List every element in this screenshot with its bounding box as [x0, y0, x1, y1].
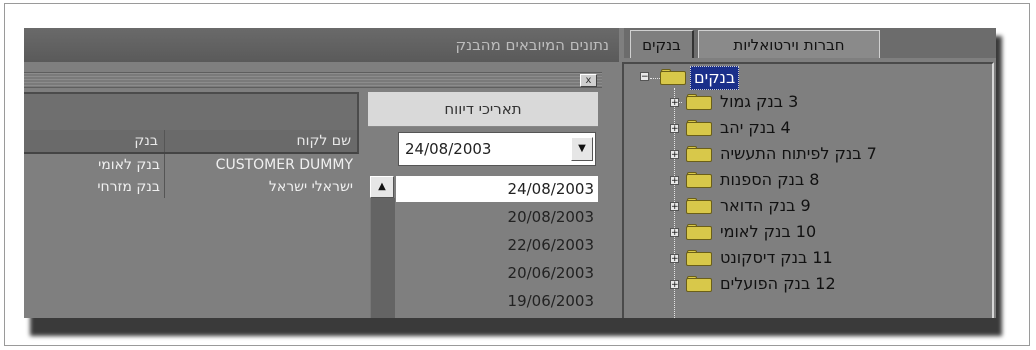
- column-header-bank[interactable]: בנק: [24, 130, 164, 152]
- customer-name-cell: ישראלי ישראל: [164, 176, 357, 198]
- date-list-item[interactable]: 20/08/2003: [396, 204, 598, 230]
- folder-icon: [686, 250, 712, 266]
- folder-icon: [686, 146, 712, 162]
- customer-name-cell: CUSTOMER DUMMY: [164, 154, 357, 176]
- application-window: נתונים המיובאים מהבנק x שם לקוח בנק CUST…: [24, 28, 996, 318]
- bank-cell: בנק מזרחי: [97, 179, 160, 195]
- report-date-value: 24/08/2003: [405, 140, 492, 158]
- grid-header: שם לקוח בנק: [24, 130, 359, 154]
- expand-icon[interactable]: +: [670, 176, 679, 186]
- date-list-item[interactable]: 22/06/2003: [396, 232, 598, 258]
- tree-item-bank[interactable]: 11 בנק דיסקונט: [720, 247, 833, 269]
- panel-grip-bar[interactable]: [24, 72, 602, 88]
- banks-tree: − בנקים + 3 בנק גמול + 4 בנק יהב + 7 בנק…: [622, 62, 994, 318]
- tabs-bar: בנקים חברות וירטואליות: [624, 28, 996, 58]
- tab-virtual-companies[interactable]: חברות וירטואליות: [698, 30, 880, 58]
- folder-icon: [686, 172, 712, 188]
- column-header-customer-name[interactable]: שם לקוח: [164, 130, 357, 152]
- folder-icon: [686, 276, 712, 292]
- collapse-icon[interactable]: −: [640, 72, 649, 82]
- folder-icon: [686, 198, 712, 214]
- chevron-down-icon[interactable]: ▼: [571, 137, 593, 161]
- bank-cell: בנק לאומי: [98, 157, 160, 173]
- imported-data-title: נתונים המיובאים מהבנק: [24, 28, 619, 62]
- close-icon[interactable]: x: [580, 74, 597, 87]
- table-row[interactable]: ישראלי ישראל בנק מזרחי: [24, 176, 357, 198]
- table-row[interactable]: CUSTOMER DUMMY בנק לאומי: [24, 154, 357, 176]
- expand-icon[interactable]: +: [670, 124, 679, 134]
- expand-icon[interactable]: +: [670, 228, 679, 238]
- report-date-combobox[interactable]: 24/08/2003 ▼: [398, 132, 596, 166]
- expand-icon[interactable]: +: [670, 150, 679, 160]
- tree-item-bank[interactable]: 7 בנק לפיתוח התעשיה: [720, 143, 877, 165]
- tab-banks[interactable]: בנקים: [630, 30, 694, 58]
- tree-item-bank[interactable]: 9 בנק הדואר: [720, 195, 811, 217]
- folder-icon: [686, 120, 712, 136]
- date-list-item[interactable]: 20/06/2003: [396, 260, 598, 286]
- scroll-up-arrow-icon[interactable]: ▲: [370, 176, 394, 198]
- folder-icon: [686, 94, 712, 110]
- tree-item-bank[interactable]: 12 בנק הפועלים: [720, 273, 836, 295]
- expand-icon[interactable]: +: [670, 254, 679, 264]
- tree-root-label[interactable]: בנקים: [690, 66, 740, 90]
- expand-icon[interactable]: +: [670, 280, 679, 290]
- folder-icon: [686, 224, 712, 240]
- dates-scrollbar[interactable]: ▲: [370, 176, 395, 318]
- grid-group-area: [24, 92, 359, 130]
- expand-icon[interactable]: +: [670, 98, 679, 108]
- tree-guide-line: [650, 78, 660, 79]
- tree-item-bank[interactable]: 4 בנק יהב: [720, 117, 791, 139]
- tree-item-bank[interactable]: 10 בנק לאומי: [720, 221, 816, 243]
- report-dates-header: תאריכי דיווח: [368, 92, 598, 127]
- scrollbar-track[interactable]: [370, 198, 395, 318]
- date-list-item[interactable]: 24/08/2003: [396, 176, 598, 202]
- tree-item-bank[interactable]: 3 בנק גמול: [720, 91, 798, 113]
- expand-icon[interactable]: +: [670, 202, 679, 212]
- date-list-item[interactable]: 19/06/2003: [396, 288, 598, 314]
- tree-item-bank[interactable]: 8 בנק הספנות: [720, 169, 819, 191]
- folder-open-icon: [660, 69, 686, 85]
